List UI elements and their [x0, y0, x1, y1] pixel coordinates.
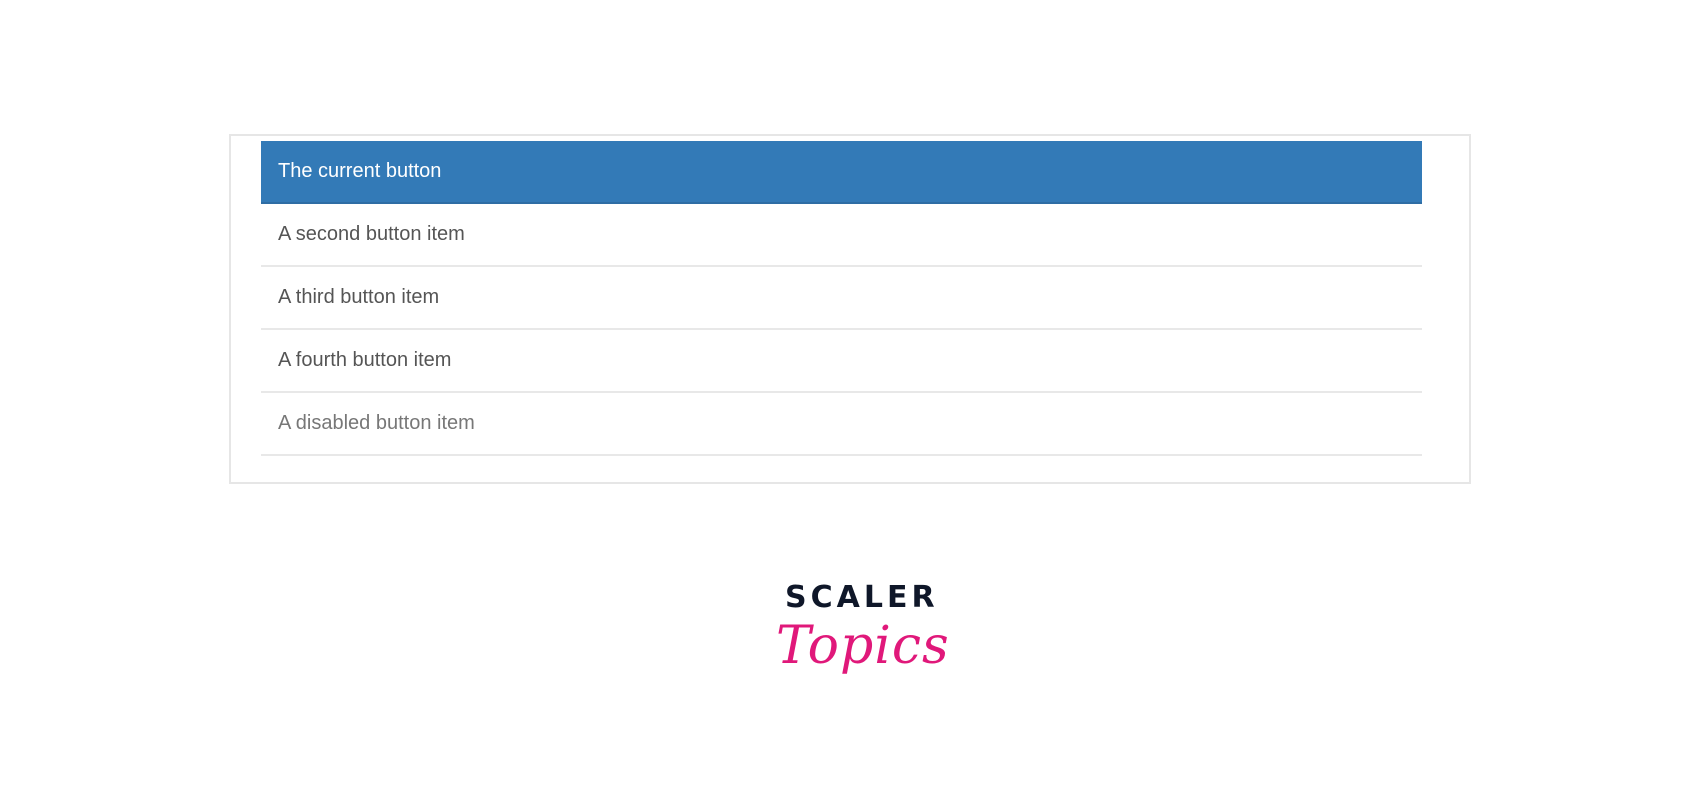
list-button-fourth[interactable]: A fourth button item: [261, 330, 1422, 393]
list-button-current[interactable]: The current button: [261, 141, 1422, 204]
button-list-group: The current button A second button item …: [261, 141, 1422, 456]
list-button-disabled: A disabled button item: [261, 393, 1422, 456]
logo-product-text: Topics: [776, 616, 950, 676]
logo-brand-text: SCALER: [785, 580, 939, 615]
list-button-second[interactable]: A second button item: [261, 204, 1422, 267]
scaler-topics-logo: SCALER Topics: [776, 580, 949, 710]
list-button-third[interactable]: A third button item: [261, 267, 1422, 330]
